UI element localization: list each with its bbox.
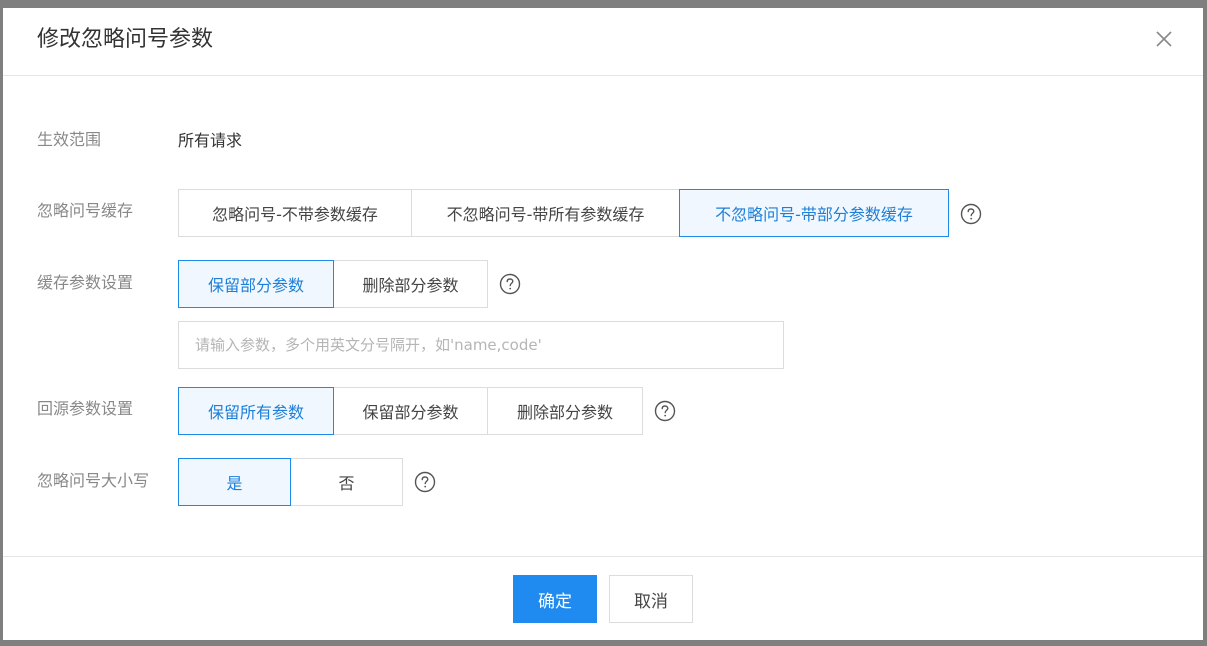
cache-params-option-delete[interactable]: 删除部分参数 [333, 260, 488, 308]
ignore-cache-option-partial-params[interactable]: 不忽略问号-带部分参数缓存 [679, 189, 949, 237]
origin-params-option-keep-all[interactable]: 保留所有参数 [178, 387, 334, 435]
cache-params-help-icon[interactable] [499, 273, 521, 295]
origin-params-option-keep-partial[interactable]: 保留部分参数 [333, 387, 488, 435]
close-icon [1156, 31, 1172, 47]
origin-params-option-delete-partial[interactable]: 删除部分参数 [487, 387, 643, 435]
dialog-footer: 确定 取消 [3, 556, 1203, 640]
confirm-button[interactable]: 确定 [513, 575, 597, 623]
cache-params-segmented: 保留部分参数 删除部分参数 [178, 260, 488, 308]
ignore-case-help-icon[interactable] [414, 471, 436, 493]
cache-params-option-keep[interactable]: 保留部分参数 [178, 260, 334, 308]
ignore-cache-option-all-params[interactable]: 不忽略问号-带所有参数缓存 [411, 189, 680, 237]
cache-params-label: 缓存参数设置 [37, 273, 134, 292]
ignore-cache-label: 忽略问号缓存 [37, 201, 134, 220]
ignore-case-option-no[interactable]: 否 [290, 458, 403, 506]
cache-params-input[interactable] [178, 321, 784, 369]
dialog-header: 修改忽略问号参数 [3, 8, 1203, 76]
ignore-cache-segmented: 忽略问号-不带参数缓存 不忽略问号-带所有参数缓存 不忽略问号-带部分参数缓存 [178, 189, 949, 237]
modify-ignore-query-dialog: 修改忽略问号参数 生效范围 所有请求 忽略问号缓存 忽略问号-不带参数缓存 不忽… [3, 8, 1203, 640]
ignore-cache-help-icon[interactable] [960, 203, 982, 225]
cancel-button[interactable]: 取消 [609, 575, 693, 623]
close-button[interactable] [1153, 28, 1175, 50]
ignore-case-option-yes[interactable]: 是 [178, 458, 291, 506]
origin-params-help-icon[interactable] [654, 400, 676, 422]
ignore-case-label: 忽略问号大小写 [37, 471, 150, 490]
ignore-case-segmented: 是 否 [178, 458, 403, 506]
dialog-title: 修改忽略问号参数 [37, 27, 214, 52]
origin-params-segmented: 保留所有参数 保留部分参数 删除部分参数 [178, 387, 643, 435]
scope-label: 生效范围 [37, 130, 102, 149]
origin-params-label: 回源参数设置 [37, 399, 134, 418]
ignore-cache-option-no-params[interactable]: 忽略问号-不带参数缓存 [178, 189, 412, 237]
scope-value: 所有请求 [178, 131, 243, 150]
